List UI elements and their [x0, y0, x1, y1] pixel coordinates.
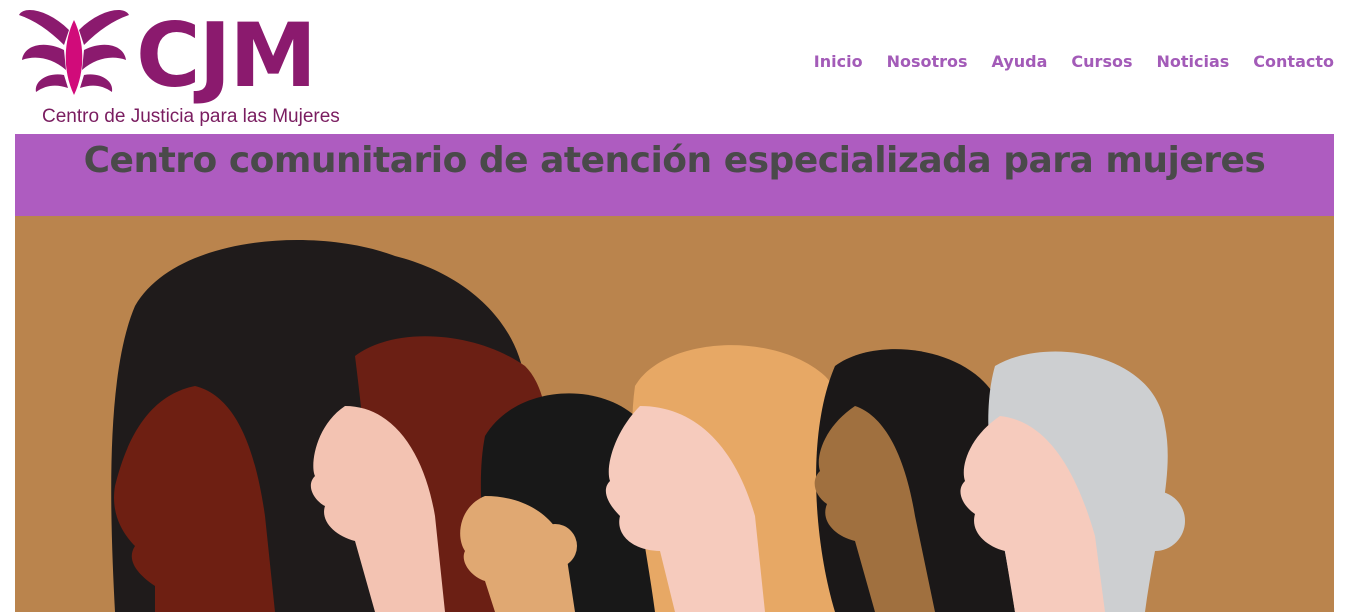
site-logo[interactable]: CJM Centro de Justicia para las Mujeres [14, 0, 354, 134]
site-header: CJM Centro de Justicia para las Mujeres … [0, 0, 1348, 134]
butterfly-icon [19, 10, 129, 95]
nav-item-inicio[interactable]: Inicio [814, 52, 863, 71]
women-profiles-illustration [111, 240, 1185, 612]
page-title: Centro comunitario de atención especiali… [83, 140, 1266, 181]
main-nav: Inicio Nosotros Ayuda Cursos Noticias Co… [790, 52, 1334, 71]
nav-item-contacto[interactable]: Contacto [1253, 52, 1334, 71]
nav-item-ayuda[interactable]: Ayuda [992, 52, 1048, 71]
title-banner: Centro comunitario de atención especiali… [15, 134, 1334, 216]
hero-illustration [15, 216, 1334, 612]
nav-item-cursos[interactable]: Cursos [1071, 52, 1132, 71]
nav-item-noticias[interactable]: Noticias [1156, 52, 1229, 71]
logo-wordmark: CJM [136, 4, 317, 107]
logo-tagline: Centro de Justicia para las Mujeres [42, 106, 340, 127]
nav-item-nosotros[interactable]: Nosotros [887, 52, 968, 71]
